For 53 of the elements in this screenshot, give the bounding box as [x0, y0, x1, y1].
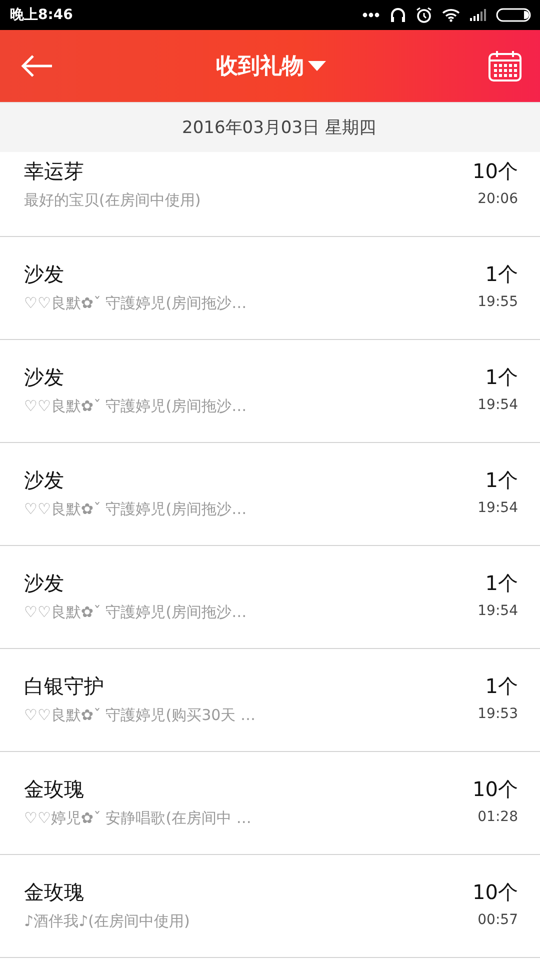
gift-time: 19:53	[478, 706, 518, 722]
battery-icon	[496, 8, 532, 22]
gift-count: 1个	[485, 364, 518, 391]
gift-count: 1个	[485, 570, 518, 597]
gift-detail: ♡♡良默✿ˇ 守護婷児(房间拖沙…	[24, 500, 247, 519]
gift-time: 19:55	[478, 294, 518, 310]
gift-row[interactable]: 白银守护 ♡♡良默✿ˇ 守護婷児(购买30天 … 1个 19:53	[0, 649, 540, 752]
gift-count: 10个	[472, 879, 518, 906]
gift-row[interactable]: 沙发 ♡♡良默✿ˇ 守護婷児(房间拖沙… 1个 19:54	[0, 443, 540, 546]
gift-row[interactable]: 金玫瑰 ♪酒伴我♪(在房间中使用) 10个 00:57	[0, 855, 540, 958]
gift-time: 19:54	[478, 603, 518, 619]
gift-time: 01:28	[478, 809, 518, 825]
gift-count: 1个	[485, 673, 518, 700]
back-button[interactable]	[20, 54, 54, 78]
calendar-button[interactable]	[488, 50, 522, 82]
gift-name: 沙发	[24, 467, 65, 494]
gift-name: 沙发	[24, 570, 65, 597]
gift-detail: ♡♡良默✿ˇ 守護婷児(房间拖沙…	[24, 603, 247, 622]
gift-name: 白银守护	[24, 673, 105, 700]
gift-time: 00:57	[478, 912, 518, 928]
gift-time: 20:06	[478, 191, 518, 207]
wifi-icon	[442, 8, 460, 22]
gift-row[interactable]: 金玫瑰 ♡♡婷児✿ˇ 安静唱歌(在房间中 … 10个 01:28	[0, 752, 540, 855]
gift-detail: ♡♡良默✿ˇ 守護婷児(购买30天 …	[24, 706, 256, 725]
title-dropdown[interactable]: 收到礼物	[216, 51, 326, 81]
date-text: 2016年03月03日 星期四	[181, 117, 376, 139]
gift-row[interactable]: 沙发 ♡♡良默✿ˇ 守護婷児(房间拖沙… 1个 19:55	[0, 237, 540, 340]
status-time: 晚上8:46	[10, 6, 73, 24]
gift-time: 19:54	[478, 500, 518, 516]
gift-row[interactable]: 沙发 ♡♡良默✿ˇ 守護婷児(房间拖沙… 1个 19:54	[0, 546, 540, 649]
gift-count: 10个	[472, 776, 518, 803]
gift-time: 19:54	[478, 397, 518, 413]
gift-name: 沙发	[24, 261, 65, 288]
gift-name: 金玫瑰	[24, 776, 85, 803]
calendar-icon	[488, 50, 522, 82]
gift-row[interactable]: 幸运芽 最好的宝贝(在房间中使用) 10个 20:06	[0, 152, 540, 237]
signal-icon	[470, 9, 486, 21]
gift-detail: ♡♡良默✿ˇ 守護婷児(房间拖沙…	[24, 294, 247, 313]
gift-name: 金玫瑰	[24, 879, 85, 906]
gift-count: 1个	[485, 261, 518, 288]
gift-count: 1个	[485, 467, 518, 494]
gift-detail: ♡♡良默✿ˇ 守護婷児(房间拖沙…	[24, 397, 247, 416]
alarm-icon	[416, 7, 432, 23]
gift-name: 幸运芽	[24, 158, 85, 185]
gift-row[interactable]: 沙发 ♡♡良默✿ˇ 守護婷児(房间拖沙… 1个 19:54	[0, 340, 540, 443]
gift-detail: 最好的宝贝(在房间中使用)	[24, 191, 201, 210]
gift-detail: ♪酒伴我♪(在房间中使用)	[24, 912, 190, 931]
headphones-icon	[390, 7, 406, 23]
back-arrow-icon	[20, 54, 54, 78]
gift-name: 沙发	[24, 364, 65, 391]
gift-detail: ♡♡婷児✿ˇ 安静唱歌(在房间中 …	[24, 809, 252, 828]
gift-count: 10个	[472, 158, 518, 185]
more-icon	[362, 12, 380, 18]
